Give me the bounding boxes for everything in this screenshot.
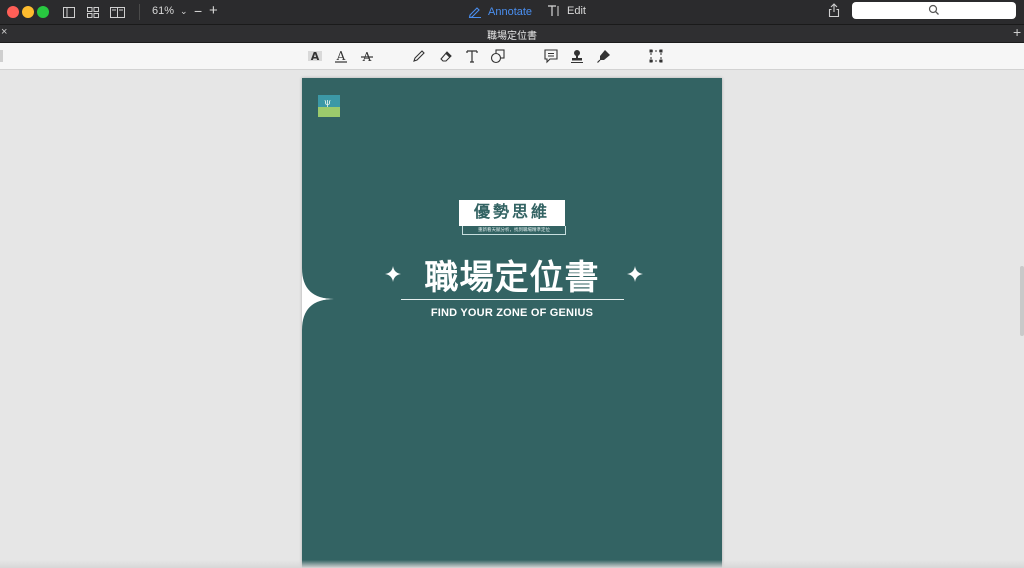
share-button[interactable] — [828, 3, 840, 23]
zoom-out-button[interactable]: − — [194, 3, 202, 19]
sparkle-right-icon — [627, 266, 643, 282]
document-title: 職場定位書 — [424, 259, 600, 297]
select-area-icon[interactable] — [648, 48, 664, 64]
search-field[interactable] — [852, 2, 1016, 19]
comment-icon[interactable] — [543, 48, 559, 64]
vertical-scrollbar[interactable] — [1020, 266, 1024, 336]
brand-logo: ψ — [318, 95, 340, 117]
edit-label: Edit — [567, 5, 586, 17]
logo-mark: ψ — [324, 98, 332, 108]
canvas-bottom-shadow — [0, 560, 1024, 568]
document-subtitle: 重新看天賦分析，找到職場精準定位 — [462, 226, 566, 235]
search-icon — [928, 4, 939, 15]
underline-text-icon[interactable]: A — [333, 48, 349, 64]
close-window-button[interactable] — [7, 6, 19, 18]
title-divider — [401, 299, 624, 300]
tab-bar: × 職場定位書 + — [0, 24, 1024, 43]
two-page-view-icon[interactable] — [109, 4, 126, 20]
strikethrough-text-icon[interactable]: A — [359, 48, 375, 64]
annotation-toolbar: A A A — [0, 43, 1024, 70]
shapes-icon[interactable] — [490, 48, 506, 64]
eraser-icon[interactable] — [438, 48, 454, 64]
document-tagline: FIND YOUR ZONE OF GENIUS — [430, 307, 594, 319]
document-page[interactable]: ψ 優勢思維 重新看天賦分析，找到職場精準定位 職場定位書 FIND YOUR … — [302, 78, 722, 568]
zoom-window-button[interactable] — [37, 6, 49, 18]
thumbnail-grid-icon[interactable] — [86, 4, 100, 20]
text-edit-icon — [548, 5, 559, 16]
chevron-down-icon: ⌄ — [180, 6, 188, 16]
highlight-text-icon[interactable]: A — [307, 48, 323, 64]
sidebar-toggle-icon[interactable] — [62, 4, 76, 20]
minimize-window-button[interactable] — [22, 6, 34, 18]
annotate-mode-button[interactable]: Annotate — [468, 5, 532, 18]
toolbar-divider — [139, 4, 140, 20]
title-bar: 61% ⌄ − + Annotate Edit — [0, 0, 1024, 25]
zoom-in-button[interactable]: + — [209, 2, 218, 19]
tab-title[interactable]: 職場定位書 — [0, 27, 1024, 42]
zoom-level: 61% — [152, 5, 175, 17]
edit-mode-button[interactable]: Edit — [547, 5, 586, 17]
stamp-icon[interactable] — [569, 48, 585, 64]
svg-text:A: A — [311, 50, 320, 63]
svg-text:A: A — [336, 49, 346, 63]
text-tool-icon[interactable] — [464, 48, 480, 64]
annotate-pen-icon — [468, 7, 481, 18]
signature-pen-icon[interactable] — [596, 48, 612, 64]
annotate-label: Annotate — [488, 5, 533, 18]
share-icon — [828, 3, 840, 18]
pencil-icon[interactable] — [411, 48, 427, 64]
document-label: 優勢思維 — [459, 200, 565, 226]
new-tab-button[interactable]: + — [1013, 24, 1021, 40]
zoom-menu[interactable]: 61% ⌄ — [152, 5, 188, 17]
sidebar-edge-handle[interactable] — [0, 50, 3, 62]
